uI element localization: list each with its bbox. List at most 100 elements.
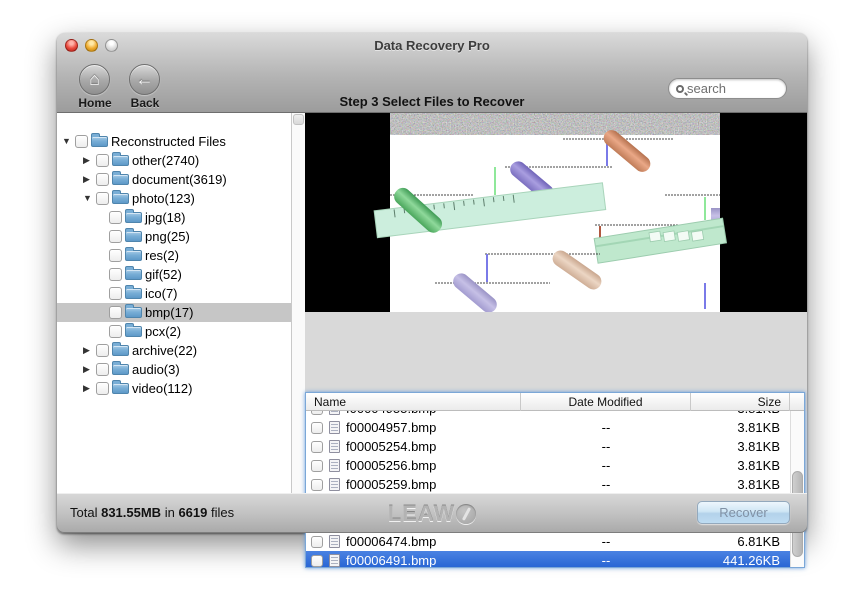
tree-item-bmp[interactable]: bmp(17) — [57, 303, 305, 322]
tree-checkbox[interactable] — [109, 306, 122, 319]
file-list-header: Name Date Modified Size — [306, 393, 804, 411]
tree-item-label: Reconstructed Files — [111, 134, 226, 149]
file-row[interactable]: f00005256.bmp -- 3.81KB — [306, 456, 790, 475]
file-date: -- — [521, 553, 691, 567]
tree-item-label: photo(123) — [132, 191, 195, 206]
disclosure-expanded-icon[interactable]: ▼ — [62, 132, 75, 151]
folder-icon — [125, 288, 142, 299]
folder-icon — [112, 174, 129, 185]
file-name: f00005259.bmp — [346, 477, 436, 492]
tree-item-jpg[interactable]: jpg(18) — [57, 208, 305, 227]
tree-checkbox[interactable] — [109, 230, 122, 243]
tree-checkbox[interactable] — [75, 135, 88, 148]
folder-icon — [125, 212, 142, 223]
file-name: f00004957.bmp — [346, 420, 436, 435]
disclosure-collapsed-icon[interactable]: ▶ — [83, 151, 96, 170]
file-row[interactable]: f00004955.bmp -- 3.81KB — [306, 411, 790, 418]
desktop: Data Recovery Pro ⌂ Home ← Back Step 3 S… — [0, 0, 864, 613]
tree-checkbox[interactable] — [109, 268, 122, 281]
file-row-selected[interactable]: f00006491.bmp -- 441.26KB — [306, 551, 790, 567]
tree-item-res[interactable]: res(2) — [57, 246, 305, 265]
file-name: f00005256.bmp — [346, 458, 436, 473]
tree-item-audio[interactable]: ▶ audio(3) — [57, 360, 305, 379]
tree-item-label: ico(7) — [145, 286, 178, 301]
preview-pane — [305, 113, 807, 312]
file-row[interactable]: f00006474.bmp -- 6.81KB — [306, 532, 790, 551]
disclosure-collapsed-icon[interactable]: ▶ — [83, 341, 96, 360]
tree-checkbox[interactable] — [96, 154, 109, 167]
tree-item-video[interactable]: ▶ video(112) — [57, 379, 305, 398]
bmp-file-icon — [329, 440, 340, 453]
tree-item-document[interactable]: ▶ document(3619) — [57, 170, 305, 189]
tree-checkbox[interactable] — [109, 325, 122, 338]
recover-button[interactable]: Recover — [697, 501, 790, 524]
search-input[interactable] — [687, 81, 773, 96]
tree-item-pcx[interactable]: pcx(2) — [57, 322, 305, 341]
folder-icon — [125, 231, 142, 242]
file-size: 3.81KB — [691, 439, 790, 454]
tree-checkbox[interactable] — [96, 363, 109, 376]
back-button[interactable]: ← — [129, 64, 160, 95]
tree-item-label: jpg(18) — [145, 210, 185, 225]
bmp-file-icon — [329, 459, 340, 472]
file-date: -- — [521, 477, 691, 492]
home-icon: ⌂ — [80, 65, 109, 94]
titlebar[interactable]: Data Recovery Pro — [57, 33, 807, 57]
disclosure-collapsed-icon[interactable]: ▶ — [83, 170, 96, 189]
column-header-spacer — [790, 393, 807, 411]
bmp-file-icon — [329, 554, 340, 567]
tree-item-archive[interactable]: ▶ archive(22) — [57, 341, 305, 360]
tree-item-gif[interactable]: gif(52) — [57, 265, 305, 284]
folder-icon — [125, 250, 142, 261]
tree-checkbox[interactable] — [96, 382, 109, 395]
file-row[interactable]: f00004957.bmp -- 3.81KB — [306, 418, 790, 437]
file-checkbox[interactable] — [311, 479, 323, 491]
file-date: -- — [521, 458, 691, 473]
tree-item-ico[interactable]: ico(7) — [57, 284, 305, 303]
folder-icon — [125, 326, 142, 337]
file-list-scrollbar-track[interactable] — [790, 411, 804, 567]
file-row[interactable]: f00005259.bmp -- 3.81KB — [306, 475, 790, 494]
window-header: Data Recovery Pro ⌂ Home ← Back Step 3 S… — [57, 33, 807, 113]
tree-checkbox[interactable] — [109, 211, 122, 224]
disclosure-collapsed-icon[interactable]: ▶ — [83, 379, 96, 398]
tree-item-label: pcx(2) — [145, 324, 181, 339]
file-checkbox[interactable] — [311, 411, 323, 415]
tree-item-reconstructed-files[interactable]: ▼ Reconstructed Files — [57, 132, 305, 151]
column-header-date-modified[interactable]: Date Modified — [521, 393, 691, 411]
search-field[interactable] — [668, 78, 787, 99]
leawo-logo-o-icon — [456, 504, 476, 524]
disclosure-expanded-icon[interactable]: ▼ — [83, 189, 96, 208]
file-size: 6.81KB — [691, 534, 790, 549]
folder-icon — [91, 136, 108, 147]
file-checkbox[interactable] — [311, 441, 323, 453]
file-checkbox[interactable] — [311, 460, 323, 472]
file-checkbox[interactable] — [311, 536, 323, 548]
disclosure-collapsed-icon[interactable]: ▶ — [83, 360, 96, 379]
folder-icon — [112, 155, 129, 166]
tree-item-label: other(2740) — [132, 153, 199, 168]
file-checkbox[interactable] — [311, 555, 323, 567]
tree-checkbox[interactable] — [109, 287, 122, 300]
tree-checkbox[interactable] — [96, 173, 109, 186]
tree-item-png[interactable]: png(25) — [57, 227, 305, 246]
tree-item-photo[interactable]: ▼ photo(123) — [57, 189, 305, 208]
tree-checkbox[interactable] — [96, 192, 109, 205]
file-row[interactable]: f00005254.bmp -- 3.81KB — [306, 437, 790, 456]
tree-item-other[interactable]: ▶ other(2740) — [57, 151, 305, 170]
tree-item-label: gif(52) — [145, 267, 182, 282]
total-summary: Total 831.55MB in 6619 files — [70, 505, 234, 520]
column-header-name[interactable]: Name — [306, 393, 521, 411]
tree-checkbox[interactable] — [96, 344, 109, 357]
file-name: f00005254.bmp — [346, 439, 436, 454]
back-arrow-icon: ← — [130, 65, 159, 94]
home-button[interactable]: ⌂ — [79, 64, 110, 95]
tree-item-label: video(112) — [132, 381, 192, 396]
folder-icon — [112, 364, 129, 375]
sidebar-scrollbar-track[interactable] — [291, 113, 305, 493]
total-size: 831.55MB — [101, 505, 161, 520]
search-icon — [676, 85, 684, 93]
file-checkbox[interactable] — [311, 422, 323, 434]
column-header-size[interactable]: Size — [691, 393, 790, 411]
tree-checkbox[interactable] — [109, 249, 122, 262]
